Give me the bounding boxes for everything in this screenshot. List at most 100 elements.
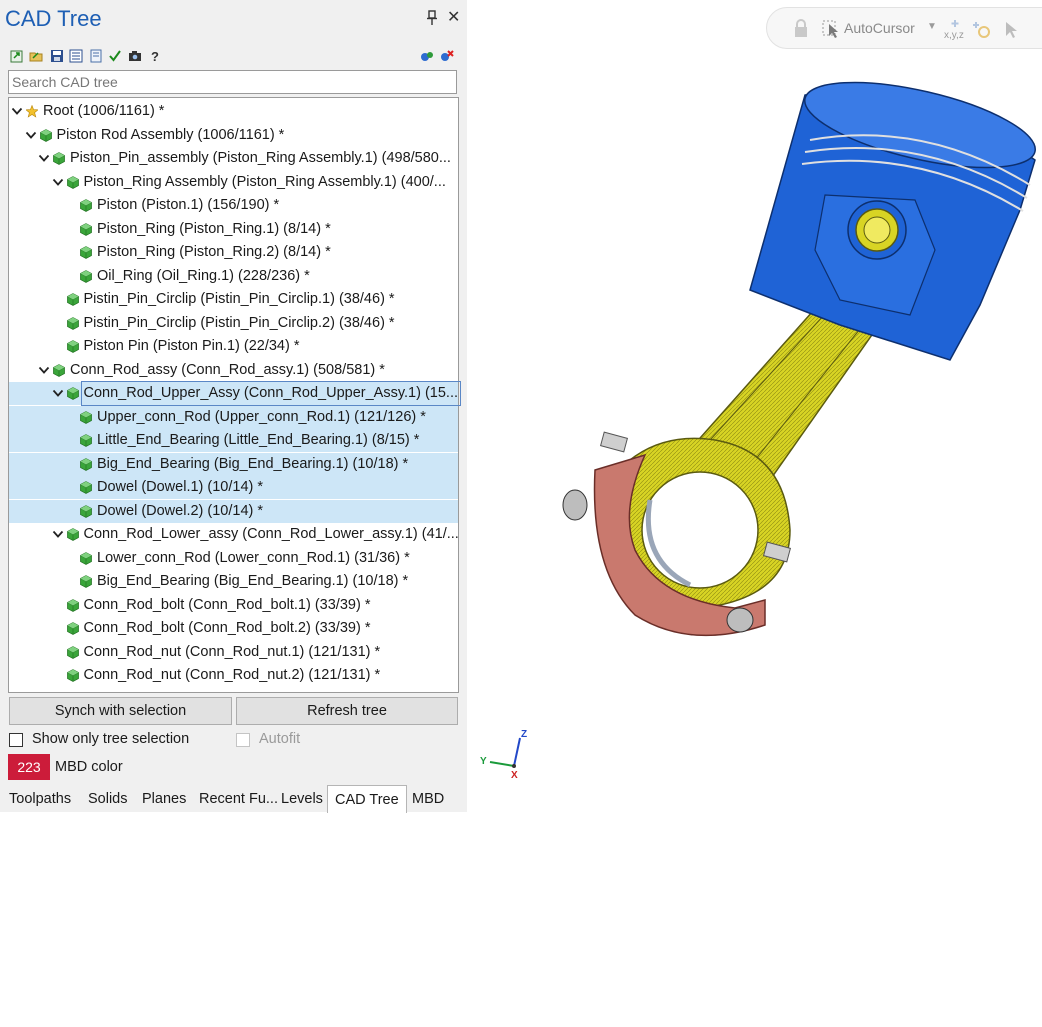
part-icon (39, 128, 52, 142)
tree-row[interactable]: Conn_Rod_assy (Conn_Rod_assy.1) (508/581… (9, 359, 458, 382)
settings-sparkle-icon[interactable] (972, 20, 992, 40)
tree-row-label: Piston Pin (Piston Pin.1) (22/34) * (83, 338, 300, 354)
tree-row-label: Conn_Rod_bolt (Conn_Rod_bolt.2) (33/39) … (83, 620, 371, 636)
chevron-down-icon[interactable] (38, 152, 50, 164)
piston-rod-model[interactable] (540, 60, 1040, 650)
pin-icon[interactable] (426, 10, 438, 26)
chevron-down-icon[interactable] (52, 176, 64, 188)
tree-row[interactable]: Piston_Ring (Piston_Ring.1) (8/14) * (9, 218, 458, 241)
tree-row[interactable]: Conn_Rod_bolt (Conn_Rod_bolt.1) (33/39) … (9, 594, 458, 617)
tree-row[interactable]: Piston_Ring Assembly (Piston_Ring Assemb… (9, 171, 458, 194)
tree-row[interactable]: Lower_conn_Rod (Lower_conn_Rod.1) (31/36… (9, 547, 458, 570)
synch-with-selection-button[interactable]: Synch with selection (9, 697, 232, 725)
tree-row[interactable]: Conn_Rod_Upper_Assy (Conn_Rod_Upper_Assy… (9, 381, 462, 406)
cad-tree[interactable]: Root (1006/1161) * Piston Rod Assembly (1… (8, 97, 462, 693)
tree-row[interactable]: Piston (Piston.1) (156/190) * (9, 194, 458, 217)
tree-row[interactable]: Conn_Rod_bolt (Conn_Rod_bolt.2) (33/39) … (9, 617, 458, 640)
search-cad-tree-input[interactable] (8, 70, 457, 94)
tree-row-label: Dowel (Dowel.2) (10/14) * (97, 502, 264, 519)
autocursor-icon[interactable] (822, 19, 840, 39)
check-icon[interactable] (108, 49, 122, 63)
tree-row[interactable]: Conn_Rod_nut (Conn_Rod_nut.2) (121/131) … (9, 664, 458, 687)
tree-row-label: Pistin_Pin_Circlip (Pistin_Pin_Circlip.2… (83, 314, 395, 331)
tree-row[interactable]: Little_End_Bearing (Little_End_Bearing.1… (9, 429, 458, 452)
nut-upper (562, 489, 588, 521)
tab-recent-functions[interactable]: Recent Fu... (195, 786, 282, 812)
tree-row[interactable]: Conn_Rod_Lower_assy (Conn_Rod_Lower_assy… (9, 523, 459, 546)
show-only-tree-selection-checkbox[interactable] (9, 733, 23, 747)
part-icon (80, 434, 92, 447)
tree-row-label: Big_End_Bearing (Big_End_Bearing.1) (10/… (97, 573, 409, 589)
folder-open-icon[interactable] (29, 49, 43, 63)
tree-row[interactable]: Dowel (Dowel.1) (10/14) * (9, 476, 458, 499)
tree-row-label: Conn_Rod_bolt (Conn_Rod_bolt.1) (33/39) … (83, 596, 371, 613)
part-icon (80, 457, 92, 471)
tree-row-label: Dowel (Dowel.1) (10/14) * (97, 479, 264, 495)
part-icon (53, 363, 65, 377)
properties-icon[interactable] (89, 49, 103, 63)
chevron-down-icon[interactable] (52, 387, 64, 399)
part-icon (80, 410, 92, 424)
big-end-bore (641, 471, 759, 589)
tab-solids[interactable]: Solids (84, 786, 132, 812)
tree-row[interactable]: Dowel (Dowel.2) (10/14) * (9, 499, 458, 523)
tree-row[interactable]: Piston_Ring (Piston_Ring.2) (8/14) * (9, 241, 458, 264)
tab-cad-tree[interactable]: CAD Tree (327, 785, 407, 813)
bolt-head-upper (599, 431, 629, 453)
chevron-down-icon[interactable] (52, 528, 64, 540)
tree-row-label: Conn_Rod_Upper_Assy (Conn_Rod_Upper_Assy… (80, 381, 462, 406)
chevron-down-icon[interactable] (25, 129, 37, 141)
part-icon (66, 528, 79, 541)
tree-row[interactable]: Big_End_Bearing (Big_End_Bearing.1) (10/… (9, 570, 458, 593)
tab-toolpaths[interactable]: Toolpaths (5, 786, 75, 812)
chevron-down-icon[interactable]: ▼ (927, 21, 937, 32)
piston-pin-bore (863, 216, 891, 244)
save-icon[interactable] (50, 49, 64, 63)
tab-planes[interactable]: Planes (138, 786, 190, 812)
remove-link-icon[interactable] (440, 49, 454, 63)
chevron-down-icon[interactable] (11, 105, 23, 117)
part-icon (80, 575, 92, 588)
lock-icon[interactable] (793, 19, 809, 39)
part-icon (80, 551, 92, 565)
part-icon (80, 269, 92, 283)
tree-row-label: Piston_Ring (Piston_Ring.1) (8/14) * (97, 220, 331, 237)
tree-row[interactable]: Pistin_Pin_Circlip (Pistin_Pin_Circlip.2… (9, 312, 458, 335)
chevron-down-icon[interactable] (38, 364, 50, 376)
tab-mbd[interactable]: MBD (408, 786, 448, 812)
tree-row[interactable]: Upper_conn_Rod (Upper_conn_Rod.1) (121/1… (9, 405, 458, 429)
tree-row-label: Little_End_Bearing (Little_End_Bearing.1… (97, 432, 420, 448)
part-icon (66, 175, 79, 189)
autocursor-label[interactable]: AutoCursor (844, 20, 915, 36)
tree-row-label: Conn_Rod_assy (Conn_Rod_assy.1) (508/581… (70, 361, 385, 378)
tree-row-label: Conn_Rod_nut (Conn_Rod_nut.1) (121/131) … (83, 643, 381, 660)
tree-row[interactable]: Oil_Ring (Oil_Ring.1) (228/236) * (9, 265, 458, 288)
camera-icon[interactable] (128, 49, 142, 63)
tree-row[interactable]: Pistin_Pin_Circlip (Pistin_Pin_Circlip.1… (9, 288, 458, 311)
autofit-checkbox[interactable] (236, 733, 250, 747)
mbd-color-swatch[interactable]: 223 (8, 754, 50, 780)
tree-row[interactable]: Piston Rod Assembly (1006/1161) * (9, 124, 458, 147)
tree-row-label: Conn_Rod_nut (Conn_Rod_nut.2) (121/131) … (83, 667, 381, 683)
tree-row[interactable]: Big_End_Bearing (Big_End_Bearing.1) (10/… (9, 452, 458, 476)
close-icon[interactable]: ✕ (447, 10, 460, 26)
part-icon (80, 246, 92, 259)
tree-row-label: Lower_conn_Rod (Lower_conn_Rod.1) (31/36… (97, 549, 410, 566)
select-arrow-icon[interactable] (1003, 20, 1019, 40)
tree-row[interactable]: Conn_Rod_nut (Conn_Rod_nut.1) (121/131) … (9, 641, 458, 664)
star-icon (26, 105, 38, 118)
help-icon[interactable]: ? (148, 49, 162, 63)
tree-row[interactable]: Root (1006/1161) * (9, 100, 458, 123)
part-icon (66, 316, 79, 330)
expand-icon[interactable] (10, 49, 24, 63)
tab-levels[interactable]: Levels (277, 786, 327, 812)
tree-row[interactable]: Piston Pin (Piston Pin.1) (22/34) * (9, 335, 458, 358)
show-only-tree-selection-label: Show only tree selection (32, 731, 190, 747)
part-icon (66, 340, 79, 353)
link-icon[interactable] (420, 49, 434, 63)
xyz-coordinates-icon[interactable]: x,y,z (943, 18, 967, 40)
list-view-icon[interactable] (69, 49, 83, 63)
tree-row[interactable]: Piston_Pin_assembly (Piston_Ring Assembl… (9, 147, 458, 170)
nut-lower (726, 607, 754, 633)
refresh-tree-button[interactable]: Refresh tree (236, 697, 458, 725)
